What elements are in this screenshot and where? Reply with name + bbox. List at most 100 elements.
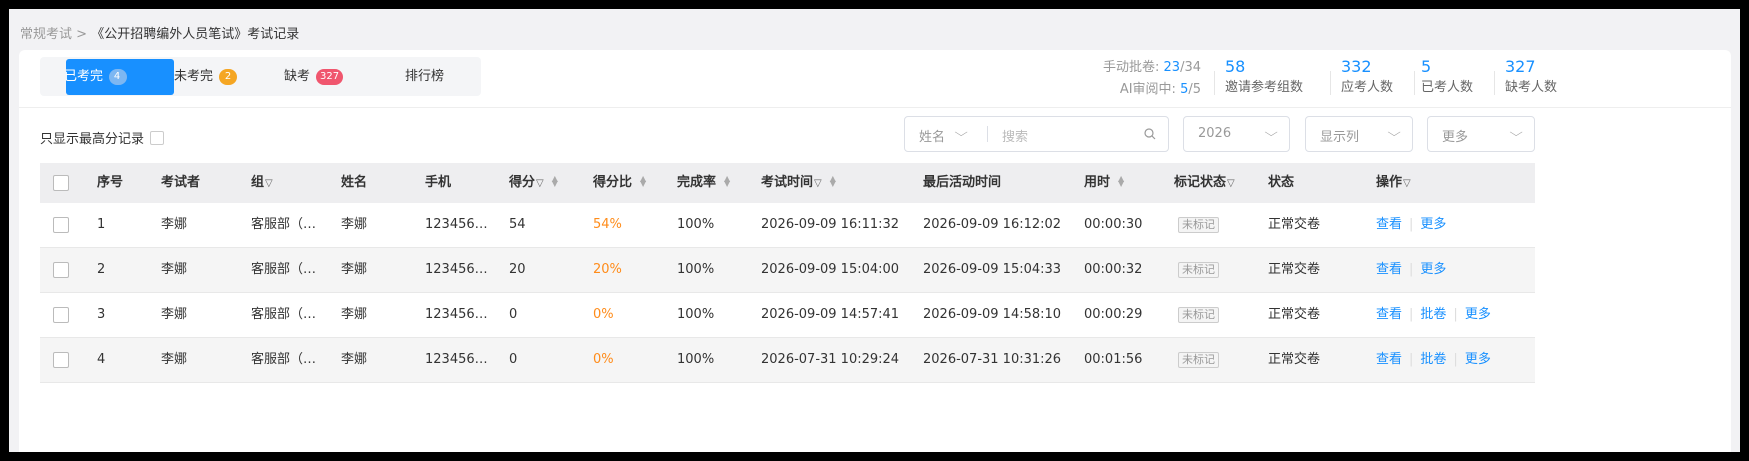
search-icon[interactable]	[1144, 128, 1156, 140]
row-checkbox[interactable]	[53, 262, 69, 278]
table-row[interactable]: 3 李娜 客服部（… 李娜 123456… 0 0% 100% 2026-09-09 14:57…	[40, 293, 1535, 338]
cell-completion: 100%	[677, 307, 715, 322]
more-link[interactable]: 更多	[1420, 217, 1446, 232]
more-select[interactable]: 更多 ⌵	[1427, 116, 1535, 152]
row-checkbox[interactable]	[53, 352, 69, 368]
table-row[interactable]: 2 李娜 客服部（… 李娜 123456… 20 20% 100% 2026-09-09 15:…	[40, 248, 1535, 293]
row-checkbox[interactable]	[53, 217, 69, 233]
mark-status-tag[interactable]: 未标记	[1178, 262, 1219, 278]
cell-seq: 3	[97, 307, 106, 322]
sort-icon[interactable]: ▲ ▼	[830, 174, 836, 187]
manual-review-progress[interactable]: 手动批卷: 23/34	[1103, 57, 1201, 79]
ai-review-total: /5	[1188, 82, 1201, 97]
app-frame: 常规考试 > 《公开招聘编外人员笔试》考试记录 已考完 4 未考完 2 缺考 327 …	[9, 9, 1740, 452]
mark-status-tag[interactable]: 未标记	[1178, 352, 1219, 368]
year-select[interactable]: 2026 ⌵	[1183, 116, 1290, 152]
cell-name: 李娜	[341, 352, 368, 367]
col-mark-status[interactable]: 标记状态▽	[1174, 163, 1235, 204]
filter-icon[interactable]: ▽	[265, 178, 273, 189]
cell-ratio: 54%	[593, 217, 622, 232]
sort-icon[interactable]: ▲ ▼	[1118, 174, 1124, 187]
stat-label: 缺考人数	[1505, 80, 1558, 95]
col-examinee: 考试者	[161, 175, 201, 190]
cell-status: 正常交卷	[1268, 352, 1321, 367]
col-completion[interactable]: 完成率 ▲ ▼	[677, 163, 730, 203]
col-seq: 序号	[97, 175, 124, 190]
row-checkbox[interactable]	[53, 307, 69, 323]
col-group[interactable]: 组▽	[251, 163, 273, 204]
col-score-label: 得分	[509, 175, 536, 190]
table-row[interactable]: 4 李娜 客服部（… 李娜 123456… 0 0% 100% 2026-07-31 10:29…	[40, 338, 1535, 383]
manual-review-label: 手动批卷:	[1103, 60, 1160, 75]
col-actions[interactable]: 操作▽	[1376, 163, 1411, 204]
chevron-down-icon: ⌵	[1509, 126, 1523, 139]
sort-icon[interactable]: ▲ ▼	[640, 174, 646, 187]
cell-last-active: 2026-09-09 15:04:33	[923, 262, 1062, 277]
filter-icon[interactable]: ▽	[1227, 178, 1235, 189]
divider: |	[1453, 352, 1458, 367]
select-all-checkbox[interactable]	[53, 175, 69, 191]
table-row[interactable]: 1 李娜 客服部（… 李娜 123456… 54 54% 100% 2026-09-09 16:…	[40, 203, 1535, 248]
search-field-select[interactable]: 姓名	[919, 126, 945, 145]
cell-group: 客服部（…	[251, 307, 317, 322]
cell-ratio: 0%	[593, 352, 614, 367]
filter-icon[interactable]: ▽	[814, 178, 822, 189]
more-link[interactable]: 更多	[1420, 262, 1446, 277]
col-mark-status-label: 标记状态	[1174, 175, 1227, 190]
stat-value: 5	[1421, 57, 1432, 76]
divider: |	[1409, 352, 1414, 367]
cell-duration: 00:00:30	[1084, 217, 1143, 232]
header-divider	[19, 107, 1731, 108]
search-input[interactable]: 搜索	[1002, 126, 1028, 145]
stat-expected[interactable]: 332 应考人数	[1341, 57, 1401, 99]
ai-review-progress[interactable]: AI审阅中: 5/5	[1103, 79, 1201, 101]
col-ratio[interactable]: 得分比 ▲ ▼	[593, 163, 646, 203]
filter-icon[interactable]: ▽	[1403, 178, 1411, 189]
breadcrumb-parent-link[interactable]: 常规考试	[20, 27, 72, 42]
cell-status: 正常交卷	[1268, 307, 1321, 322]
manual-review-total: /34	[1180, 60, 1201, 75]
col-duration[interactable]: 用时 ▲ ▼	[1084, 163, 1124, 203]
cell-duration: 00:00:32	[1084, 262, 1143, 277]
sort-icon[interactable]: ▲ ▼	[552, 174, 558, 187]
only-max-score-checkbox[interactable]	[150, 131, 165, 145]
more-link[interactable]: 更多	[1465, 307, 1491, 322]
cell-mark-status: 未标记	[1178, 293, 1219, 337]
stat-taken[interactable]: 5 已考人数	[1421, 57, 1481, 99]
breadcrumb-current: 《公开招聘编外人员笔试》考试记录	[91, 27, 300, 42]
table-header: 序号 考试者 组▽ 姓名 手机 得分▽ ▲ ▼ 得分比 ▲ ▼ 完成率 ▲ ▼ 考试时间▽ ▲…	[40, 163, 1535, 203]
col-status: 状态	[1268, 175, 1295, 190]
more-link[interactable]: 更多	[1465, 352, 1491, 367]
view-link[interactable]: 查看	[1376, 262, 1402, 277]
divider	[1330, 71, 1331, 95]
view-link[interactable]: 查看	[1376, 307, 1402, 322]
mark-status-tag[interactable]: 未标记	[1178, 217, 1219, 233]
stat-invited-groups[interactable]: 58 邀请参考组数	[1225, 57, 1317, 99]
review-link[interactable]: 批卷	[1420, 352, 1446, 367]
ai-review-label: AI审阅中:	[1119, 82, 1176, 97]
col-score[interactable]: 得分▽ ▲ ▼	[509, 163, 558, 204]
cell-last-active: 2026-09-09 16:12:02	[923, 217, 1062, 232]
stat-absent[interactable]: 327 缺考人数	[1505, 57, 1565, 99]
cell-exam-time: 2026-09-09 14:57:41	[761, 307, 900, 322]
cell-mark-status: 未标记	[1178, 248, 1219, 292]
cell-ratio: 20%	[593, 262, 622, 277]
mark-status-tag[interactable]: 未标记	[1178, 307, 1219, 323]
cell-phone: 123456…	[425, 352, 488, 367]
cell-status: 正常交卷	[1268, 217, 1321, 232]
cell-status: 正常交卷	[1268, 262, 1321, 277]
view-link[interactable]: 查看	[1376, 217, 1402, 232]
cell-group: 客服部（…	[251, 262, 317, 277]
col-phone: 手机	[425, 175, 452, 190]
columns-select[interactable]: 显示列 ⌵	[1305, 116, 1413, 152]
search-group: 姓名 ⌵ 搜索	[904, 116, 1169, 152]
col-exam-time[interactable]: 考试时间▽ ▲ ▼	[761, 163, 836, 204]
view-link[interactable]: 查看	[1376, 352, 1402, 367]
sort-icon[interactable]: ▲ ▼	[724, 174, 730, 187]
review-link[interactable]: 批卷	[1420, 307, 1446, 322]
only-max-score-toggle[interactable]: 只显示最高分记录	[40, 128, 165, 147]
cell-mark-status: 未标记	[1178, 338, 1219, 382]
filter-icon[interactable]: ▽	[536, 178, 544, 189]
year-value: 2026	[1198, 126, 1232, 141]
cell-seq: 2	[97, 262, 106, 277]
